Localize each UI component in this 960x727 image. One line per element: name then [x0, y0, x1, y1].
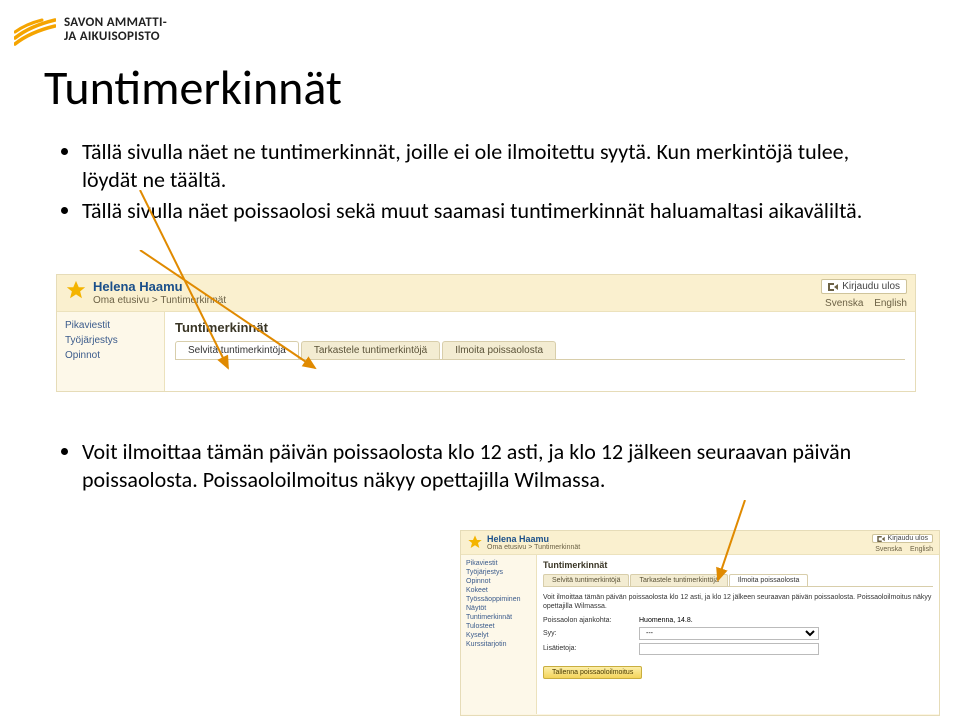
- main-panel: Tuntimerkinnät Selvitä tuntimerkintöjä T…: [537, 555, 939, 714]
- bullet-list-bottom: Voit ilmoittaa tämän päivän poissaolosta…: [62, 438, 900, 497]
- tab-description: Voit ilmoittaa tämän päivän poissaolosta…: [543, 593, 933, 611]
- sidebar-item[interactable]: Näytöt: [461, 604, 536, 613]
- sidebar-item[interactable]: Opinnot: [57, 348, 164, 363]
- breadcrumb: Oma etusivu > Tuntimerkinnät: [93, 295, 817, 306]
- label-reason: Syy:: [543, 630, 633, 637]
- header-bar: Helena Haamu Oma etusivu > Tuntimerkinnä…: [57, 275, 915, 311]
- sidebar-item[interactable]: Kyselyt: [461, 631, 536, 640]
- logout-icon: [828, 283, 838, 291]
- user-block: Helena Haamu Oma etusivu > Tuntimerkinnä…: [93, 279, 817, 306]
- page-heading: Tuntimerkinnät: [543, 560, 933, 570]
- user-name: Helena Haamu: [93, 279, 817, 294]
- language-switch: Svenska English: [869, 546, 933, 553]
- header-right: Kirjaudu ulos Svenska English: [817, 279, 907, 309]
- lang-en[interactable]: English: [874, 298, 907, 309]
- org-logo: SAVON AMMATTI- JA AIKUISOPISTO: [14, 14, 167, 46]
- page-heading: Tuntimerkinnät: [175, 320, 905, 335]
- user-block: Helena Haamu Oma etusivu > Tuntimerkinnä…: [487, 534, 869, 553]
- logout-button[interactable]: Kirjaudu ulos: [872, 534, 933, 543]
- star-icon: [65, 279, 93, 304]
- logo-line2: JA AIKUISOPISTO: [64, 30, 167, 44]
- star-icon: [467, 534, 487, 553]
- logo-line1: SAVON AMMATTI-: [64, 16, 167, 30]
- sidebar-item[interactable]: Työjärjestys: [461, 568, 536, 577]
- sidebar-item[interactable]: Tulosteet: [461, 622, 536, 631]
- logout-label: Kirjaudu ulos: [842, 281, 900, 292]
- lang-sv[interactable]: Svenska: [875, 546, 902, 553]
- sidebar-item[interactable]: Kurssitarjotin: [461, 640, 536, 649]
- breadcrumb: Oma etusivu > Tuntimerkinnät: [487, 544, 869, 551]
- value-time: Huomenna, 14.8.: [639, 617, 693, 624]
- tab-tarkastele[interactable]: Tarkastele tuntimerkintöjä: [301, 341, 440, 359]
- lang-sv[interactable]: Svenska: [825, 298, 863, 309]
- sidebar-item[interactable]: Työjärjestys: [57, 333, 164, 348]
- sidebar-item[interactable]: Tuntimerkinnät: [461, 613, 536, 622]
- header-bar: Helena Haamu Oma etusivu > Tuntimerkinnä…: [461, 531, 939, 554]
- tab-tarkastele[interactable]: Tarkastele tuntimerkintöjä: [630, 574, 727, 586]
- sidebar-item[interactable]: Kokeet: [461, 586, 536, 595]
- sidebar-item[interactable]: Työssäoppiminen: [461, 595, 536, 604]
- sidebar-item[interactable]: Pikaviestit: [57, 318, 164, 333]
- sidebar-item[interactable]: Pikaviestit: [461, 559, 536, 568]
- bullet-item: Voit ilmoittaa tämän päivän poissaolosta…: [82, 438, 900, 493]
- main-panel: Tuntimerkinnät Selvitä tuntimerkintöjä T…: [165, 312, 915, 391]
- logo-swoosh-icon: [14, 14, 56, 46]
- reason-select[interactable]: ---: [639, 627, 819, 640]
- logout-icon: [877, 536, 885, 542]
- screenshot-wilma-ilmoita: Helena Haamu Oma etusivu > Tuntimerkinnä…: [460, 530, 940, 716]
- save-absence-button[interactable]: Tallenna poissaoloilmoitus: [543, 666, 642, 679]
- bullet-item: Tällä sivulla näet poissaolosi sekä muut…: [82, 197, 900, 225]
- bullet-list-top: Tällä sivulla näet ne tuntimerkinnät, jo…: [62, 138, 900, 229]
- tab-selvita[interactable]: Selvitä tuntimerkintöjä: [175, 341, 299, 359]
- language-switch: Svenska English: [817, 298, 907, 309]
- tab-bar: Selvitä tuntimerkintöjä Tarkastele tunti…: [175, 341, 905, 360]
- header-right: Kirjaudu ulos Svenska English: [869, 534, 933, 553]
- logout-label: Kirjaudu ulos: [888, 535, 928, 542]
- sidebar: Pikaviestit Työjärjestys Opinnot Kokeet …: [461, 555, 537, 714]
- user-name: Helena Haamu: [487, 534, 869, 544]
- tab-ilmoita[interactable]: Ilmoita poissaolosta: [442, 341, 556, 359]
- sidebar-item[interactable]: Opinnot: [461, 577, 536, 586]
- tab-bar: Selvitä tuntimerkintöjä Tarkastele tunti…: [543, 574, 933, 587]
- screenshot-wilma-tabs: Helena Haamu Oma etusivu > Tuntimerkinnä…: [56, 274, 916, 392]
- lang-en[interactable]: English: [910, 546, 933, 553]
- label-time: Poissaolon ajankohta:: [543, 617, 633, 624]
- crumb-home[interactable]: Oma etusivu: [93, 295, 149, 306]
- logo-text: SAVON AMMATTI- JA AIKUISOPISTO: [64, 16, 167, 45]
- tab-ilmoita[interactable]: Ilmoita poissaolosta: [729, 574, 808, 586]
- label-info: Lisätietoja:: [543, 645, 633, 652]
- bullet-item: Tällä sivulla näet ne tuntimerkinnät, jo…: [82, 138, 900, 193]
- slide-title: Tuntimerkinnät: [44, 58, 342, 117]
- crumb-home[interactable]: Oma etusivu: [487, 544, 526, 551]
- crumb-current: Tuntimerkinnät: [160, 295, 226, 306]
- sidebar: Pikaviestit Työjärjestys Opinnot: [57, 312, 165, 391]
- crumb-current: Tuntimerkinnät: [534, 544, 580, 551]
- info-input[interactable]: [639, 643, 819, 655]
- logout-button[interactable]: Kirjaudu ulos: [821, 279, 907, 294]
- tab-selvita[interactable]: Selvitä tuntimerkintöjä: [543, 574, 629, 586]
